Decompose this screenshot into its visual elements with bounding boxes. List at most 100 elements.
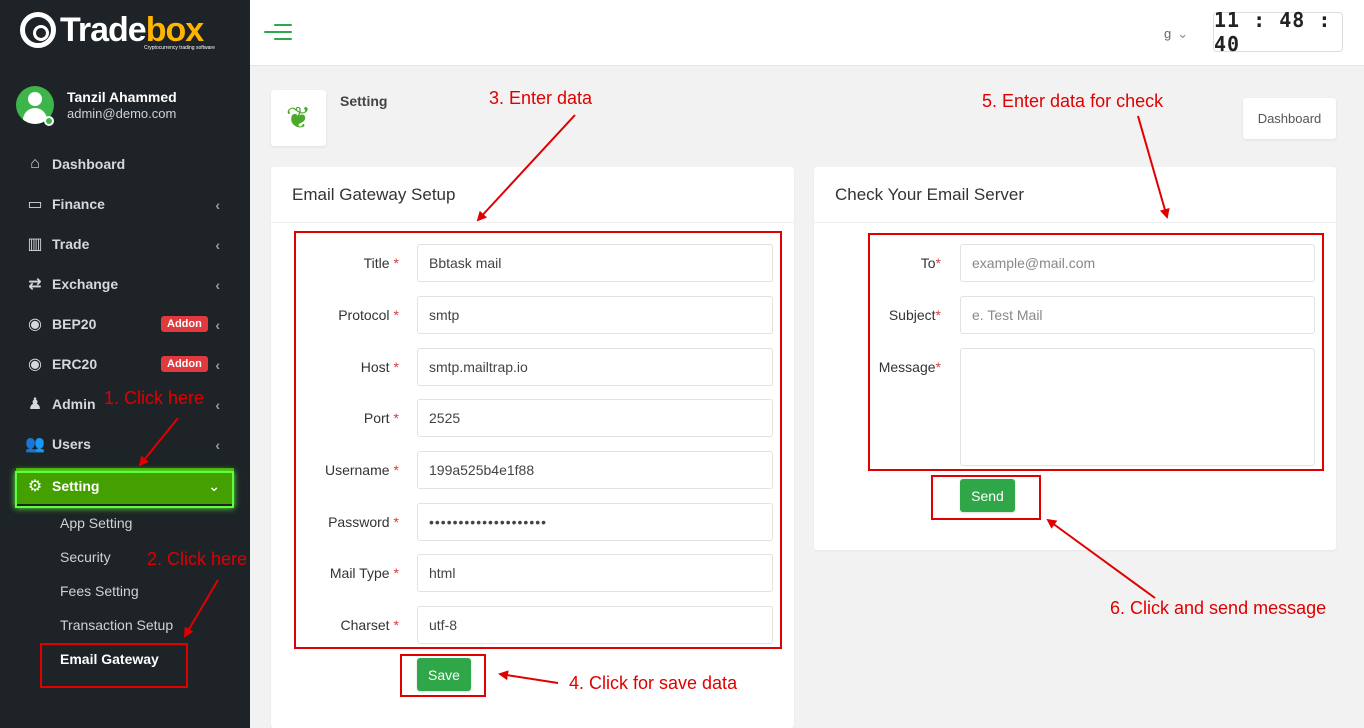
brand-tagline: Cryptocurrency trading software [144,45,215,51]
card-title: Check Your Email Server [835,185,1024,204]
field-row-title: Title * Bbtask mail [271,244,773,282]
save-button[interactable]: Save [417,658,471,691]
chevron-left-icon: ‹ [215,357,220,373]
field-label: Host [360,359,390,375]
protocol-input[interactable]: smtp [417,296,773,334]
sidebar-item-users[interactable]: 👥 Users ‹ [0,424,250,464]
brand-name-part1: Trade [60,11,147,49]
chevron-left-icon: ‹ [215,237,220,253]
annotation-step-1: 1. Click here [104,388,205,408]
field-label: Message [878,359,936,375]
sidebar-item-label: Trade [52,236,90,252]
field-label: Port [363,410,390,426]
to-input[interactable]: example@mail.com [960,244,1315,282]
sidebar-item-setting[interactable]: ⚙ Setting ⌄ [16,468,234,504]
sidebar-subitem-app-setting[interactable]: App Setting [0,506,250,540]
sidebar-nav: ⌂ Dashboard ▭ Finance ‹ ▥ Trade ‹ ⇄ Exch… [0,144,250,676]
sidebar-item-label: Finance [52,196,105,212]
language-selector[interactable]: g ⌄ [1164,26,1188,42]
addon-badge: Addon [161,356,208,372]
annotation-step-2: 2. Click here [147,549,248,569]
chart-icon: ▥ [27,236,43,253]
field-label: Protocol [338,307,390,323]
menu-toggle-icon[interactable] [264,24,292,42]
coins-icon: ◉ [28,316,42,333]
field-row-username: Username * 199a525b4e1f88 [271,451,773,489]
sidebar-subitem-email-gateway[interactable]: Email Gateway [0,642,250,676]
brand-logo[interactable]: Tradebox [20,11,204,49]
addon-badge: Addon [161,316,208,332]
annotation-step-4: 4. Click for save data [569,673,738,693]
brand-name-part2: box [145,11,204,49]
user-profile[interactable]: Tanzil Ahammed admin@demo.com [16,86,177,126]
chevron-left-icon: ‹ [215,277,220,293]
page-title: Setting [340,93,388,109]
username-input[interactable]: 199a525b4e1f88 [417,451,773,489]
chevron-left-icon: ‹ [215,317,220,333]
annotation-step-3: 3. Enter data [489,88,593,108]
mail-type-input[interactable]: html [417,554,773,592]
field-label: Username [324,462,390,478]
sidebar-item-exchange[interactable]: ⇄ Exchange ‹ [0,264,250,304]
send-button[interactable]: Send [960,479,1015,512]
field-label: Mail Type [329,565,390,581]
field-label: Title [363,255,390,271]
check-email-card: Check Your Email Server To* example@mail… [814,167,1336,550]
subject-input[interactable]: e. Test Mail [960,296,1315,334]
sidebar-item-label: Setting [52,478,100,494]
sidebar-item-label: ERC20 [52,356,98,372]
sidebar-item-dashboard[interactable]: ⌂ Dashboard [0,144,250,184]
user-tie-icon: ♟ [27,396,43,413]
exchange-icon: ⇄ [28,276,42,293]
gear-icon: ⚙ [27,478,43,495]
language-value: g [1164,26,1172,41]
field-label: Subject [888,307,936,323]
topbar: g ⌄ 11 : 48 : 40 [250,0,1364,66]
chevron-down-icon: ⌄ [208,478,220,494]
port-input[interactable]: 2525 [417,399,773,437]
annotation-step-6: 6. Click and send message [1110,598,1327,618]
charset-input[interactable]: utf-8 [417,606,773,644]
message-textarea[interactable] [960,348,1315,466]
sidebar-item-trade[interactable]: ▥ Trade ‹ [0,224,250,264]
field-row-protocol: Protocol * smtp [271,296,773,334]
annotation-step-5: 5. Enter data for check [982,91,1164,111]
title-input[interactable]: Bbtask mail [417,244,773,282]
sidebar-item-label: BEP20 [52,316,97,332]
field-label: Password [328,514,390,530]
host-input[interactable]: smtp.mailtrap.io [417,348,773,386]
field-row-charset: Charset * utf-8 [271,606,773,644]
sidebar-item-label: Dashboard [52,156,126,172]
sidebar-item-finance[interactable]: ▭ Finance ‹ [0,184,250,224]
user-name: Tanzil Ahammed [67,89,177,105]
sidebar-item-label: Users [52,436,91,452]
field-row-port: Port * 2525 [271,399,773,437]
field-row-host: Host * smtp.mailtrap.io [271,348,773,386]
field-label: Charset [340,617,390,633]
clock-display: 11 : 48 : 40 [1213,8,1343,56]
home-icon: ⌂ [30,155,40,172]
chevron-left-icon: ‹ [215,197,220,213]
chevron-down-icon: ⌄ [1177,26,1189,41]
credit-card-icon: ▭ [27,196,43,213]
field-label: To [920,255,936,271]
sidebar-item-bep20[interactable]: ◉ BEP20 Addon ‹ [0,304,250,344]
sidebar-item-label: Exchange [52,276,119,292]
sidebar: Tradebox Cryptocurrency trading software… [0,0,250,728]
sidebar-item-erc20[interactable]: ◉ ERC20 Addon ‹ [0,344,250,384]
field-row-to: To* example@mail.com [814,244,1315,282]
sidebar-subitem-transaction-setup[interactable]: Transaction Setup [0,608,250,642]
logo-icon [20,12,56,48]
sidebar-subitem-fees-setting[interactable]: Fees Setting [0,574,250,608]
field-row-password: Password * •••••••••••••••••••• [271,503,773,541]
chevron-left-icon: ‹ [215,437,220,453]
online-status-dot [44,116,54,126]
field-row-message: Message* [814,348,1315,466]
dashboard-button[interactable]: Dashboard [1243,98,1336,139]
chevron-left-icon: ‹ [215,397,220,413]
field-row-mail-type: Mail Type * html [271,554,773,592]
coins-icon: ◉ [28,356,42,373]
card-title: Email Gateway Setup [292,185,456,204]
user-email: admin@demo.com [67,106,177,121]
password-input[interactable]: •••••••••••••••••••• [417,503,773,541]
